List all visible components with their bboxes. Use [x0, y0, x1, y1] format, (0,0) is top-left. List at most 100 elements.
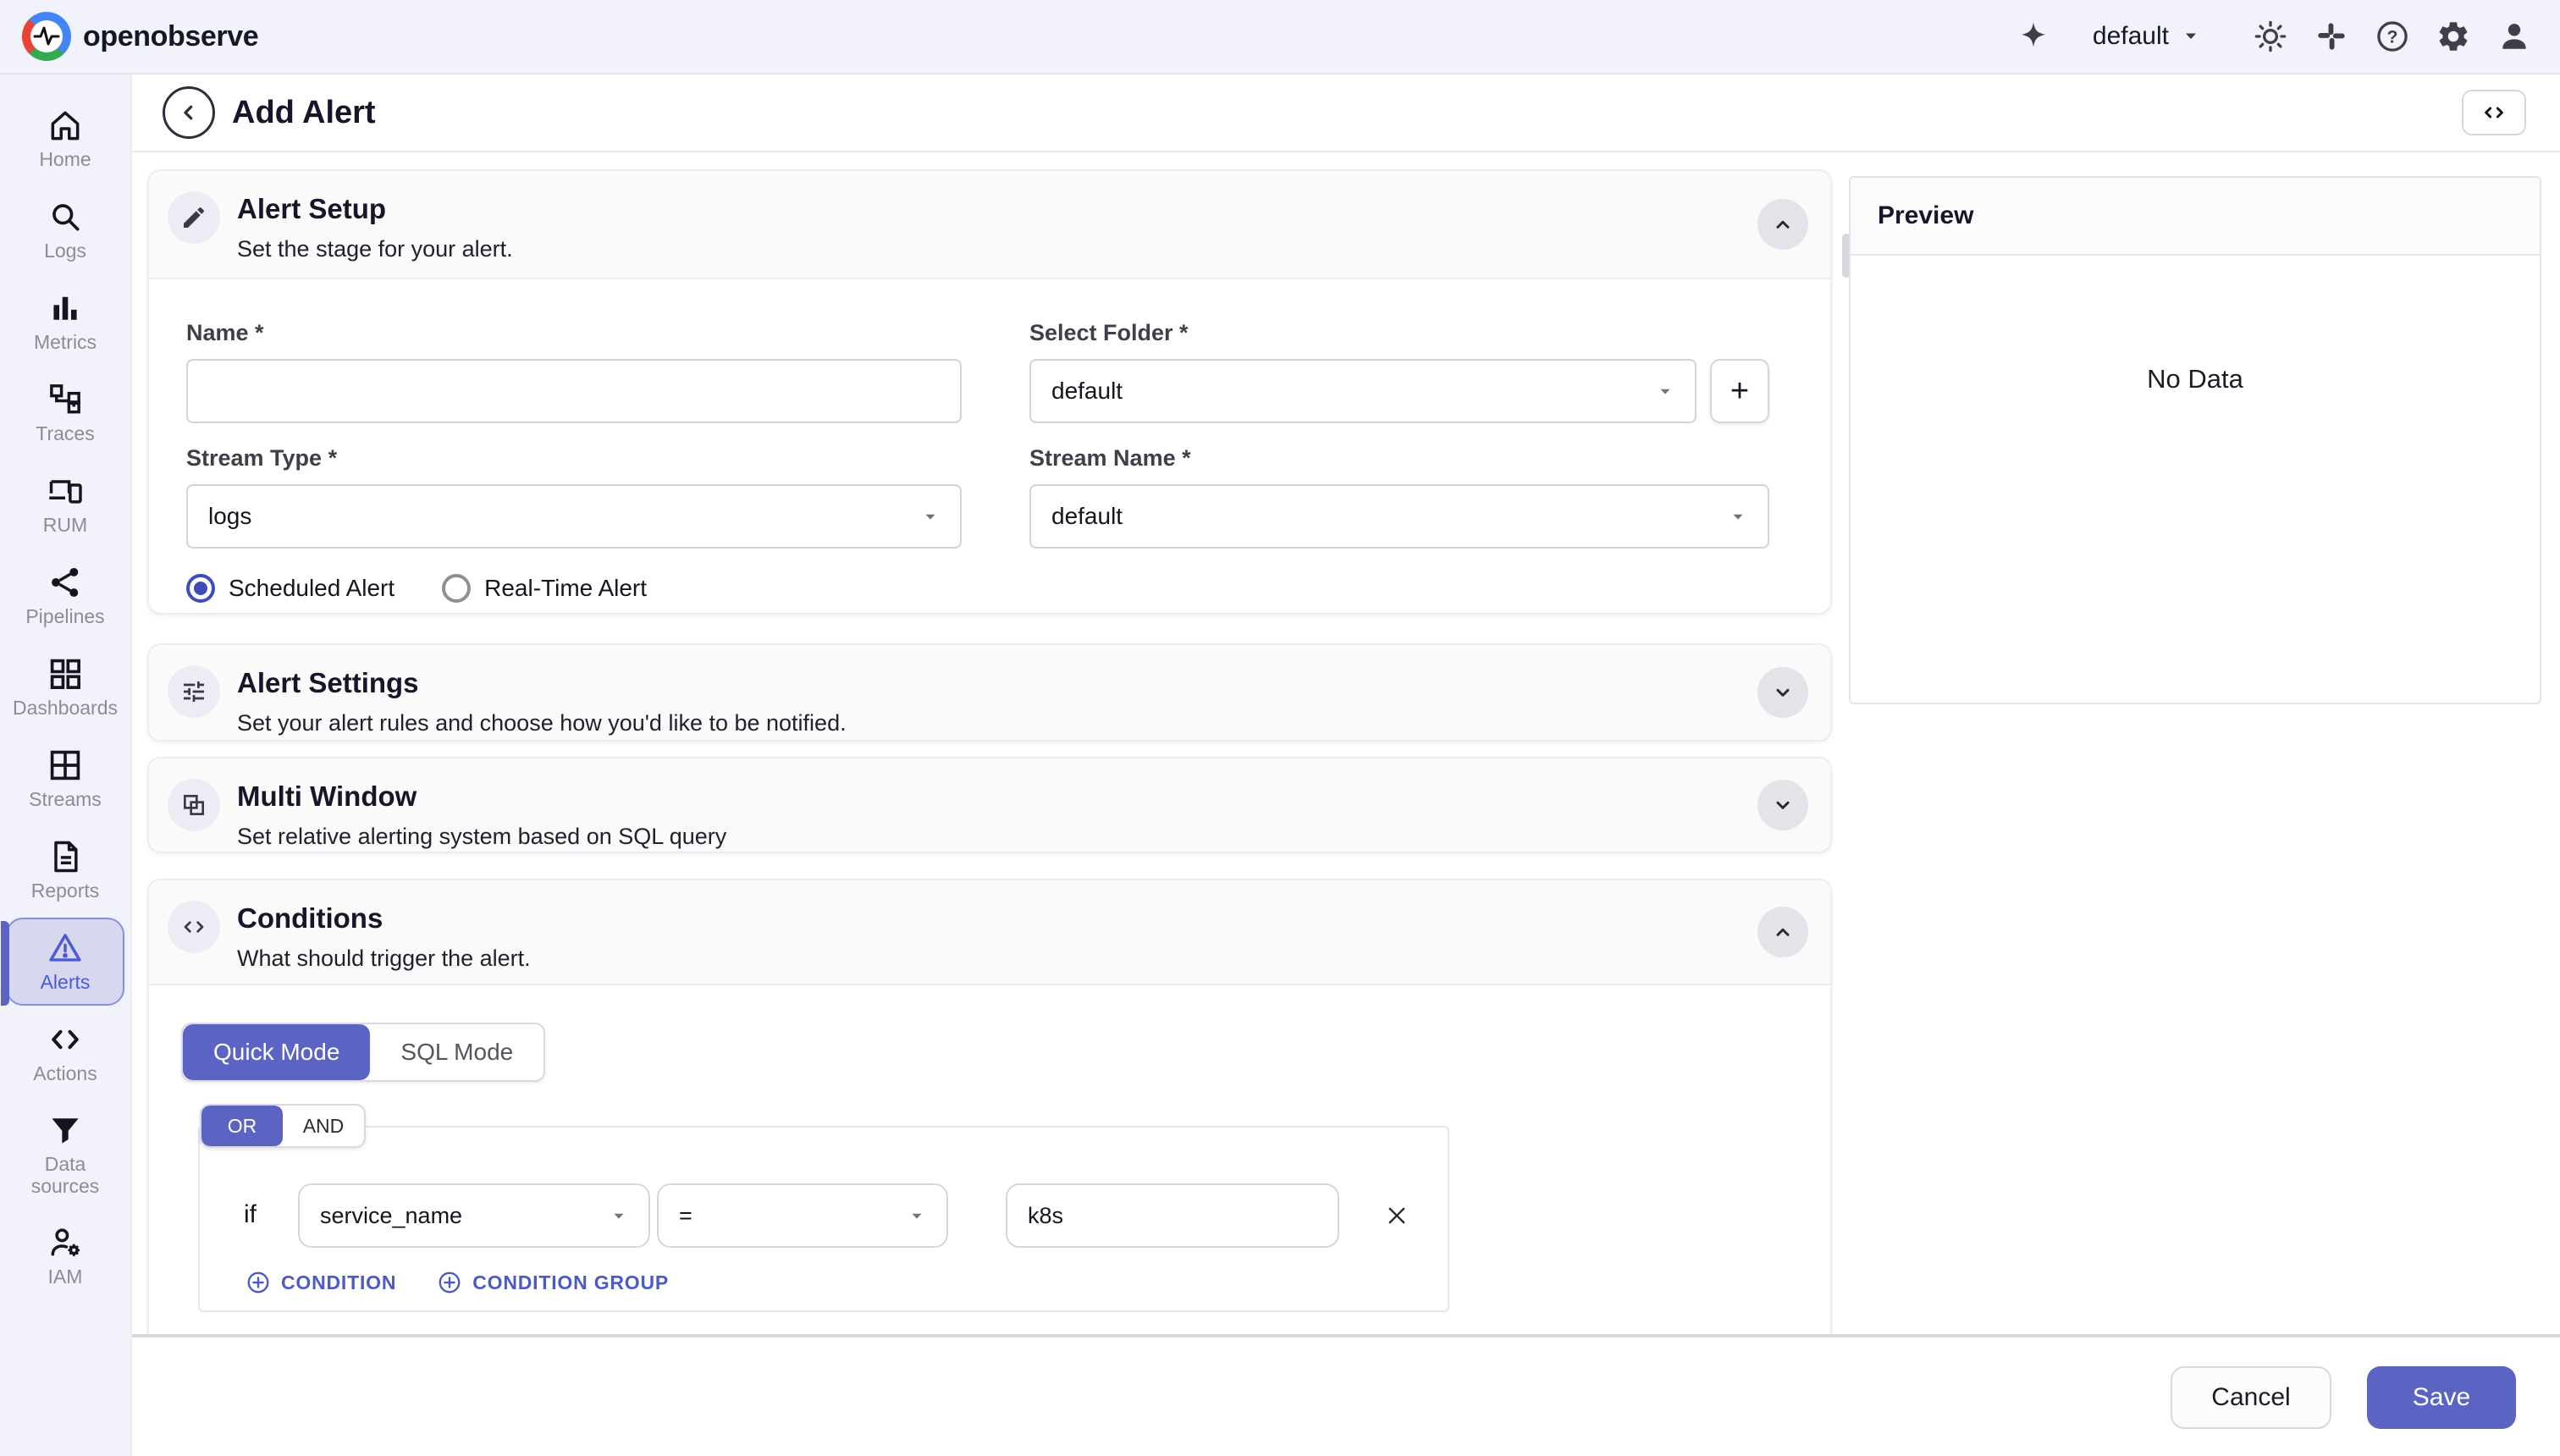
- conditions-header[interactable]: Conditions What should trigger the alert…: [149, 880, 1830, 985]
- sidebar-item-dashboards[interactable]: Dashboards: [6, 643, 124, 731]
- sidebar-item-streams[interactable]: Streams: [6, 735, 124, 823]
- folder-select[interactable]: default: [1029, 359, 1697, 423]
- iam-user-gear-icon: [47, 1224, 84, 1261]
- folder-label: Select Folder *: [1029, 320, 1189, 346]
- condition-value-input[interactable]: [1006, 1183, 1339, 1248]
- sidebar-item-actions[interactable]: Actions: [6, 1009, 124, 1097]
- multi-window-card: Multi Window Set relative alerting syste…: [147, 757, 1832, 853]
- sidebar-item-logs[interactable]: Logs: [6, 186, 124, 274]
- sidebar-item-label: Streams: [29, 789, 102, 811]
- multi-window-header[interactable]: Multi Window Set relative alerting syste…: [149, 758, 1830, 852]
- sidebar-item-rum[interactable]: RUM: [6, 461, 124, 549]
- sidebar-item-reports[interactable]: Reports: [6, 826, 124, 914]
- alert-triangle-icon: [47, 929, 84, 967]
- rum-devices-icon: [47, 472, 84, 510]
- sql-mode-tab[interactable]: SQL Mode: [370, 1024, 543, 1080]
- main-area: Add Alert Alert Setup Set the stage for …: [132, 74, 2560, 1456]
- radio-label: Scheduled Alert: [229, 575, 394, 602]
- condition-operator-select[interactable]: =: [657, 1183, 948, 1248]
- sidebar-item-label: Pipelines: [25, 606, 104, 628]
- reports-icon: [47, 838, 84, 875]
- search-icon: [47, 198, 84, 235]
- add-condition-group-button[interactable]: CONDITION GROUP: [437, 1270, 669, 1295]
- sidebar-item-home[interactable]: Home: [6, 95, 124, 183]
- remove-condition-button[interactable]: [1380, 1199, 1414, 1233]
- alert-setup-card: Alert Setup Set the stage for your alert…: [147, 169, 1832, 615]
- help-icon[interactable]: ?: [2374, 18, 2411, 55]
- sidebar-item-label: Reports: [31, 880, 100, 902]
- back-button[interactable]: [163, 86, 215, 139]
- org-selector[interactable]: default: [2093, 21, 2201, 52]
- add-condition-label: CONDITION: [281, 1271, 396, 1294]
- profile-icon[interactable]: [2496, 18, 2533, 55]
- sidebar-item-traces[interactable]: Traces: [6, 369, 124, 457]
- caret-down-icon: [908, 1206, 926, 1225]
- content: Alert Setup Set the stage for your alert…: [132, 152, 2560, 1334]
- stream-name-select[interactable]: default: [1029, 484, 1769, 549]
- sidebar-item-label: Traces: [36, 423, 94, 445]
- section-title: Alert Setup: [237, 191, 513, 226]
- quick-mode-tab[interactable]: Quick Mode: [183, 1024, 370, 1080]
- section-title: Conditions: [237, 901, 531, 935]
- brand-name: openobserve: [83, 20, 258, 53]
- sparkle-icon[interactable]: [2015, 18, 2052, 55]
- alert-type-radio-group: Scheduled Alert Real-Time Alert: [186, 574, 647, 603]
- if-label: if: [244, 1200, 257, 1229]
- cancel-button[interactable]: Cancel: [2171, 1366, 2331, 1429]
- radio-icon: [186, 574, 215, 603]
- chevron-left-icon: [174, 97, 204, 128]
- name-input[interactable]: [186, 359, 962, 423]
- stream-type-value: logs: [208, 503, 251, 530]
- scheduled-alert-radio[interactable]: Scheduled Alert: [186, 574, 394, 603]
- sidebar-item-iam[interactable]: IAM: [6, 1212, 124, 1300]
- tune-icon: [168, 665, 220, 718]
- chevron-down-icon: [1769, 679, 1796, 706]
- sidebar-item-alerts[interactable]: Alerts: [6, 918, 124, 1006]
- expand-button[interactable]: [1757, 667, 1808, 718]
- collapse-button[interactable]: [1757, 907, 1808, 957]
- svg-text:?: ?: [2387, 27, 2398, 47]
- section-title: Alert Settings: [237, 665, 847, 700]
- sidebar-item-metrics[interactable]: Metrics: [6, 278, 124, 366]
- section-subtitle: Set relative alerting system based on SQ…: [237, 824, 726, 850]
- chevron-up-icon: [1769, 918, 1796, 946]
- app-window: openobserve default ?: [0, 0, 2560, 1456]
- gear-icon[interactable]: [2435, 18, 2472, 55]
- home-icon: [47, 107, 84, 144]
- light-mode-icon[interactable]: [2252, 18, 2289, 55]
- section-subtitle: Set the stage for your alert.: [237, 236, 513, 262]
- sidebar-item-label: Actions: [33, 1063, 97, 1085]
- sidebar-item-label: IAM: [48, 1266, 83, 1288]
- bool-operator-toggle: OR AND: [200, 1104, 366, 1148]
- sidebar-item-pipelines[interactable]: Pipelines: [6, 552, 124, 640]
- save-button[interactable]: Save: [2367, 1366, 2516, 1429]
- condition-field-select[interactable]: service_name: [298, 1183, 650, 1248]
- sidebar-item-data-sources[interactable]: Data sources: [6, 1100, 124, 1209]
- radio-label: Real-Time Alert: [484, 575, 647, 602]
- condition-actions: CONDITION CONDITION GROUP: [246, 1270, 669, 1295]
- alert-settings-header[interactable]: Alert Settings Set your alert rules and …: [149, 645, 1830, 740]
- dashboards-icon: [47, 655, 84, 692]
- expand-button[interactable]: [1757, 780, 1808, 830]
- or-toggle[interactable]: OR: [201, 1106, 283, 1146]
- slack-icon[interactable]: [2313, 18, 2350, 55]
- bar-chart-icon: [47, 290, 84, 327]
- add-condition-button[interactable]: CONDITION: [246, 1270, 396, 1295]
- code-view-button[interactable]: [2462, 90, 2526, 135]
- conditions-card: Conditions What should trigger the alert…: [147, 879, 1832, 1334]
- sidebar-item-label: Home: [39, 149, 91, 171]
- alert-setup-header[interactable]: Alert Setup Set the stage for your alert…: [149, 171, 1830, 279]
- collapse-button[interactable]: [1757, 199, 1808, 250]
- stream-type-select[interactable]: logs: [186, 484, 962, 549]
- traces-icon: [47, 381, 84, 418]
- streams-icon: [47, 747, 84, 784]
- add-folder-button[interactable]: +: [1710, 359, 1769, 423]
- and-toggle[interactable]: AND: [283, 1106, 364, 1146]
- close-icon: [1384, 1203, 1410, 1228]
- caret-down-icon: [1729, 507, 1747, 526]
- realtime-alert-radio[interactable]: Real-Time Alert: [442, 574, 647, 603]
- preview-panel: Preview No Data: [1849, 176, 2541, 704]
- condition-field-value: service_name: [320, 1203, 462, 1229]
- code-braces-icon: [168, 901, 220, 953]
- org-selector-value: default: [2093, 22, 2169, 51]
